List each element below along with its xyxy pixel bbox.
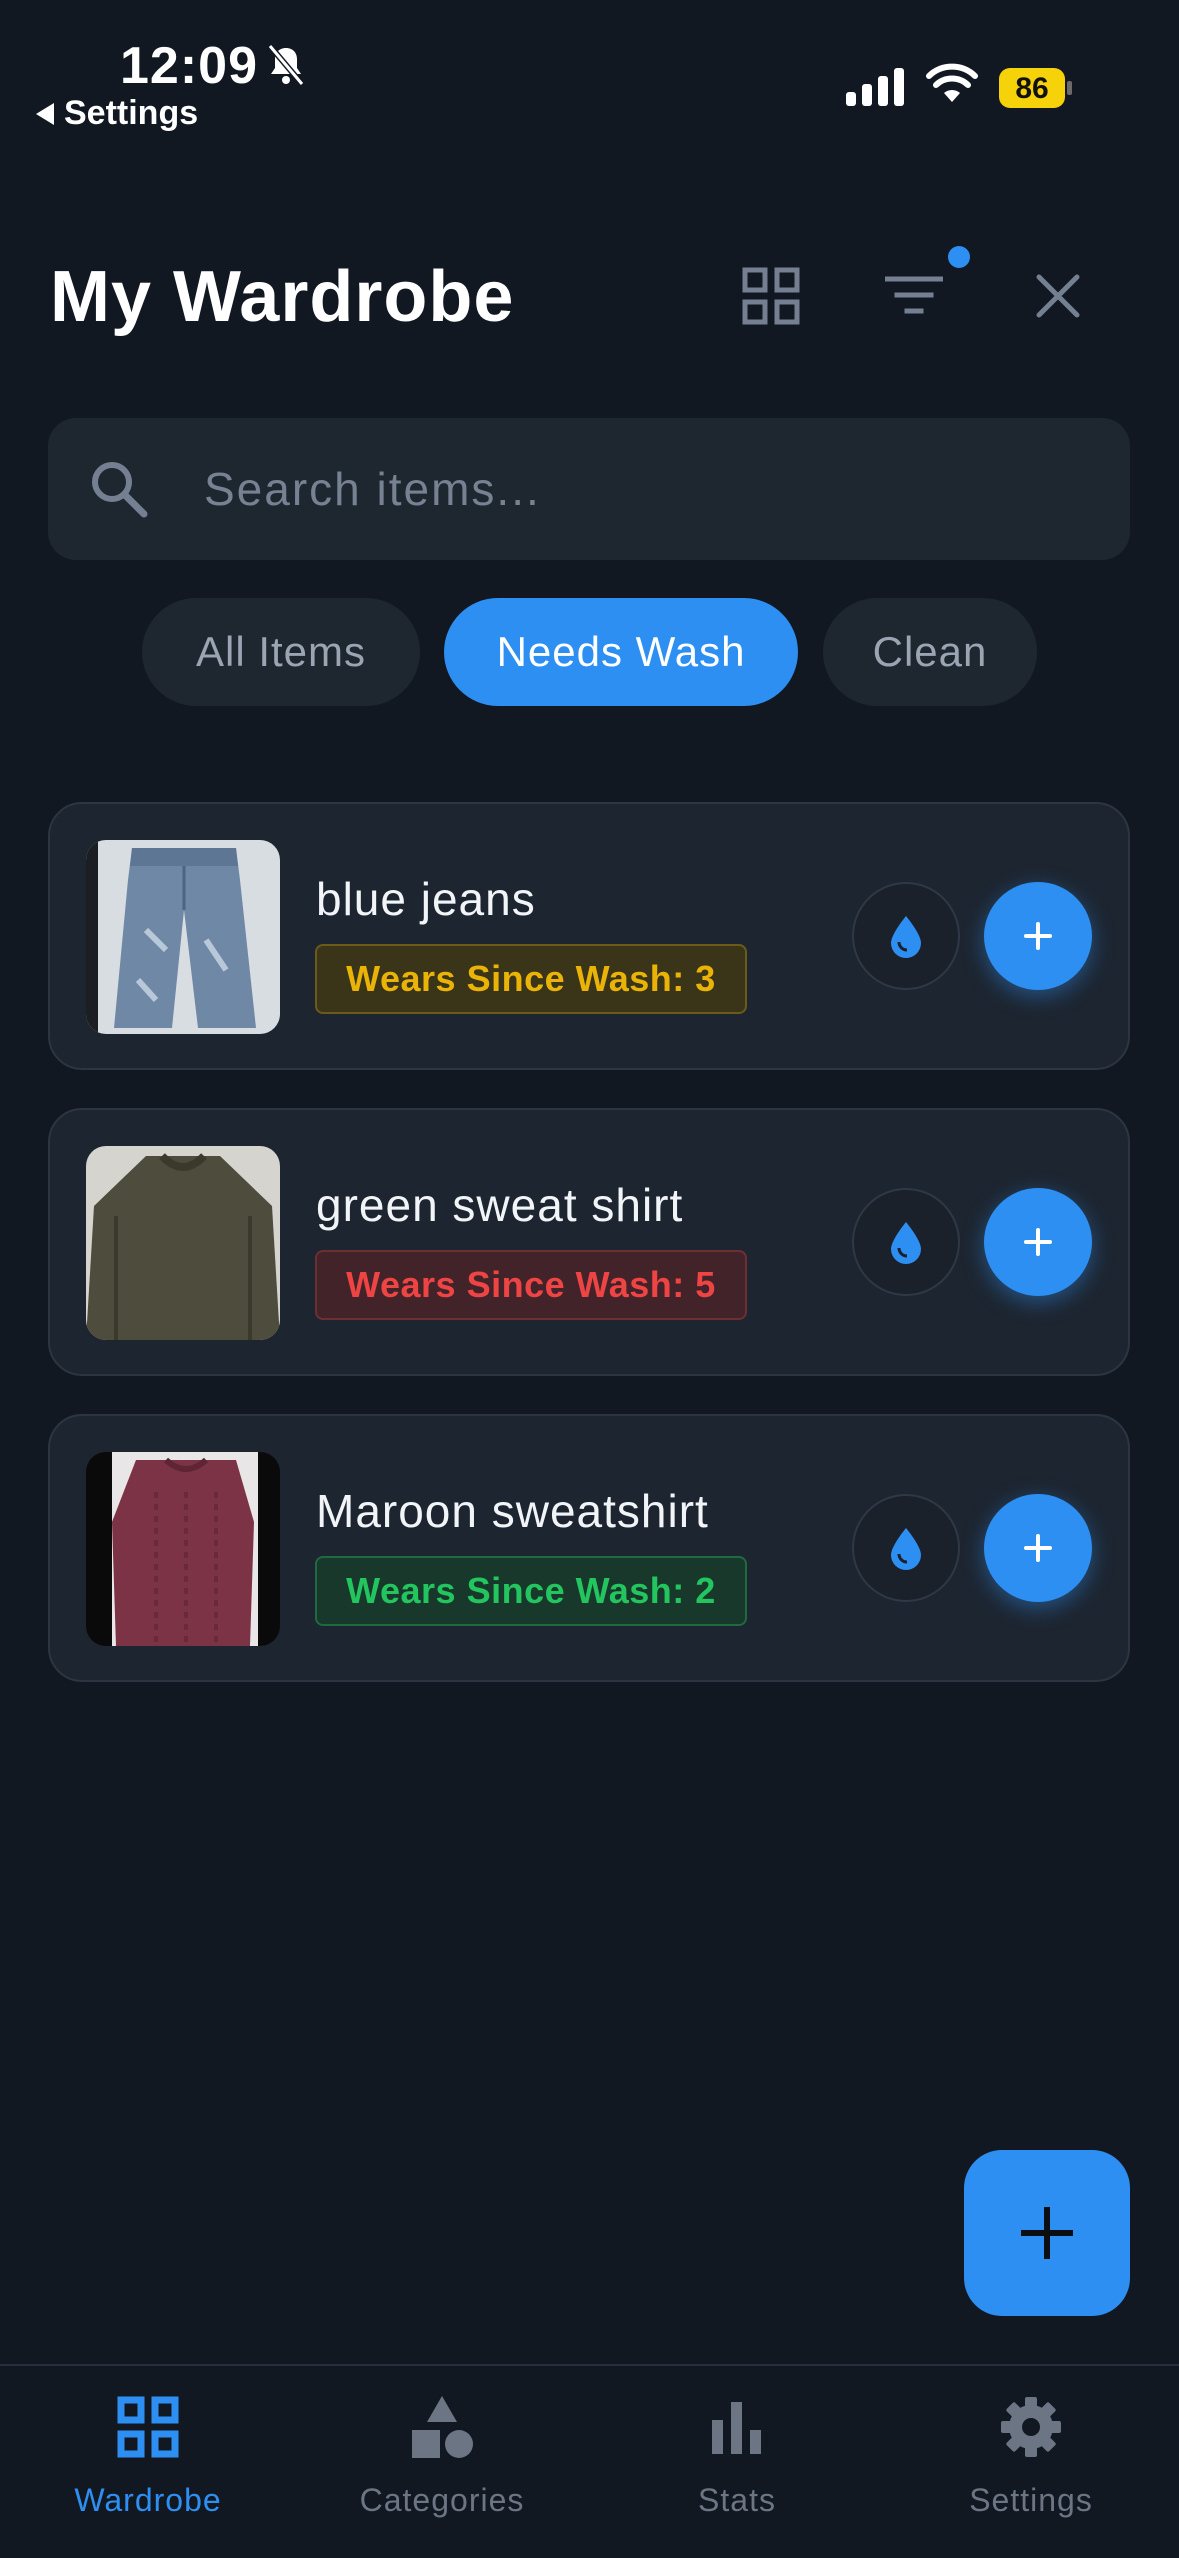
close-button[interactable]	[1018, 256, 1098, 336]
gear-icon	[1001, 2397, 1061, 2457]
back-label: Settings	[64, 94, 199, 132]
add-item-fab[interactable]	[964, 2150, 1130, 2316]
plus-icon	[1024, 922, 1052, 950]
filter-chip-needs-wash[interactable]: Needs Wash	[444, 598, 798, 706]
add-wear-button[interactable]	[984, 1494, 1092, 1602]
back-to-settings-link[interactable]: Settings	[36, 94, 198, 133]
search-icon	[92, 462, 148, 518]
filter-chip-all-items[interactable]: All Items	[142, 598, 420, 706]
battery-icon: 86	[999, 68, 1072, 108]
item-name: Maroon sweatshirt	[316, 1485, 709, 1537]
bar-chart-icon	[712, 2402, 761, 2454]
plus-icon	[1021, 2207, 1073, 2259]
nav-tab-stats[interactable]: Stats	[617, 2394, 857, 2519]
item-name: blue jeans	[316, 873, 536, 925]
nav-tab-settings[interactable]: Settings	[911, 2394, 1151, 2519]
wardrobe-grid-icon	[117, 2396, 179, 2458]
back-arrow-icon	[36, 102, 54, 125]
plus-icon	[1024, 1534, 1052, 1562]
wears-since-wash-badge: Wears Since Wash: 2	[315, 1556, 747, 1626]
green-sweatshirt-thumbnail	[86, 1146, 280, 1340]
wifi-icon	[926, 63, 978, 102]
nav-label: Stats	[698, 2482, 776, 2518]
nav-label: Settings	[969, 2482, 1093, 2518]
grid-view-button[interactable]	[731, 256, 811, 336]
nav-tab-wardrobe[interactable]: Wardrobe	[28, 2394, 268, 2519]
blue-jeans-thumbnail	[86, 840, 280, 1034]
water-drop-icon	[891, 1528, 921, 1570]
cellular-signal-icon	[846, 68, 904, 106]
maroon-sweatshirt-thumbnail	[86, 1452, 280, 1646]
status-time: 12:09	[120, 37, 258, 95]
nav-label: Wardrobe	[74, 2482, 222, 2518]
wears-since-wash-badge: Wears Since Wash: 3	[315, 944, 747, 1014]
battery-percent: 86	[1015, 72, 1048, 105]
close-icon	[1036, 274, 1080, 318]
plus-icon	[1024, 1228, 1052, 1256]
filter-button[interactable]	[874, 256, 954, 336]
wears-since-wash-badge: Wears Since Wash: 5	[315, 1250, 747, 1320]
categories-shapes-icon	[412, 2396, 473, 2458]
grid-view-icon	[742, 267, 800, 325]
mark-washed-button[interactable]	[852, 1188, 960, 1296]
filter-chip-clean[interactable]: Clean	[823, 598, 1037, 706]
nav-label: Categories	[359, 2482, 525, 2518]
add-wear-button[interactable]	[984, 882, 1092, 990]
page-title: My Wardrobe	[50, 257, 515, 337]
item-name: green sweat shirt	[316, 1179, 684, 1231]
water-drop-icon	[891, 916, 921, 958]
mark-washed-button[interactable]	[852, 1494, 960, 1602]
add-wear-button[interactable]	[984, 1188, 1092, 1296]
mark-washed-button[interactable]	[852, 882, 960, 990]
water-drop-icon	[891, 1222, 921, 1264]
search-input[interactable]	[204, 458, 1084, 520]
filter-icon	[885, 276, 943, 314]
filter-active-dot	[948, 246, 970, 268]
bell-slash-icon	[267, 44, 305, 86]
nav-tab-categories[interactable]: Categories	[322, 2394, 562, 2519]
